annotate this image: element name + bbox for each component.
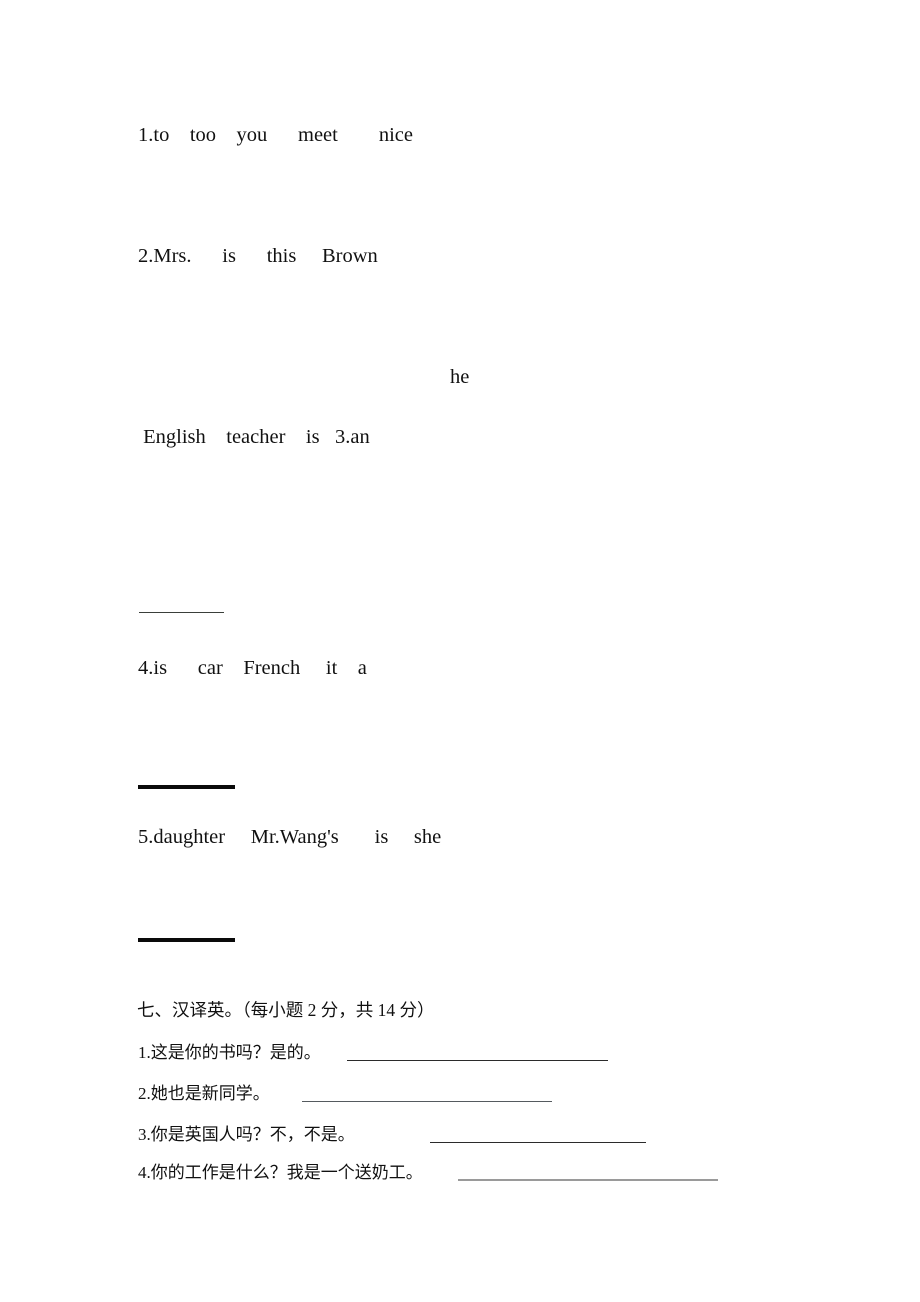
scramble-item-1: 1.to too you meet nice <box>138 124 413 146</box>
scramble-item-4: 4.is car French it a <box>138 657 367 679</box>
translation-item-1: 1.这是你的书吗？是的。 <box>138 1043 321 1062</box>
translation-section-heading: 七、汉译英。（每小题 2 分，共 14 分） <box>137 1000 435 1020</box>
translation-answer-blank-3[interactable] <box>430 1142 646 1143</box>
scramble-floating-word-he: he <box>450 366 470 388</box>
translation-answer-blank-4[interactable] <box>458 1179 718 1181</box>
translation-answer-blank-2[interactable] <box>302 1101 552 1102</box>
answer-rule-item-4 <box>138 785 235 789</box>
answer-rule-item-3 <box>139 612 224 613</box>
translation-item-4: 4.你的工作是什么？我是一个送奶工。 <box>138 1163 423 1182</box>
answer-rule-item-5 <box>138 938 235 942</box>
translation-item-2: 2.她也是新同学。 <box>138 1084 270 1103</box>
translation-answer-blank-1[interactable] <box>347 1060 608 1061</box>
translation-item-3: 3.你是英国人吗？不，不是。 <box>138 1125 355 1144</box>
scramble-item-2: 2.Mrs. is this Brown <box>138 245 378 267</box>
scramble-item-3: English teacher is 3.an <box>138 426 370 448</box>
exam-paper-page: 1.to too you meet nice 2.Mrs. is this Br… <box>0 0 920 1302</box>
scramble-item-5: 5.daughter Mr.Wang's is she <box>138 826 442 848</box>
